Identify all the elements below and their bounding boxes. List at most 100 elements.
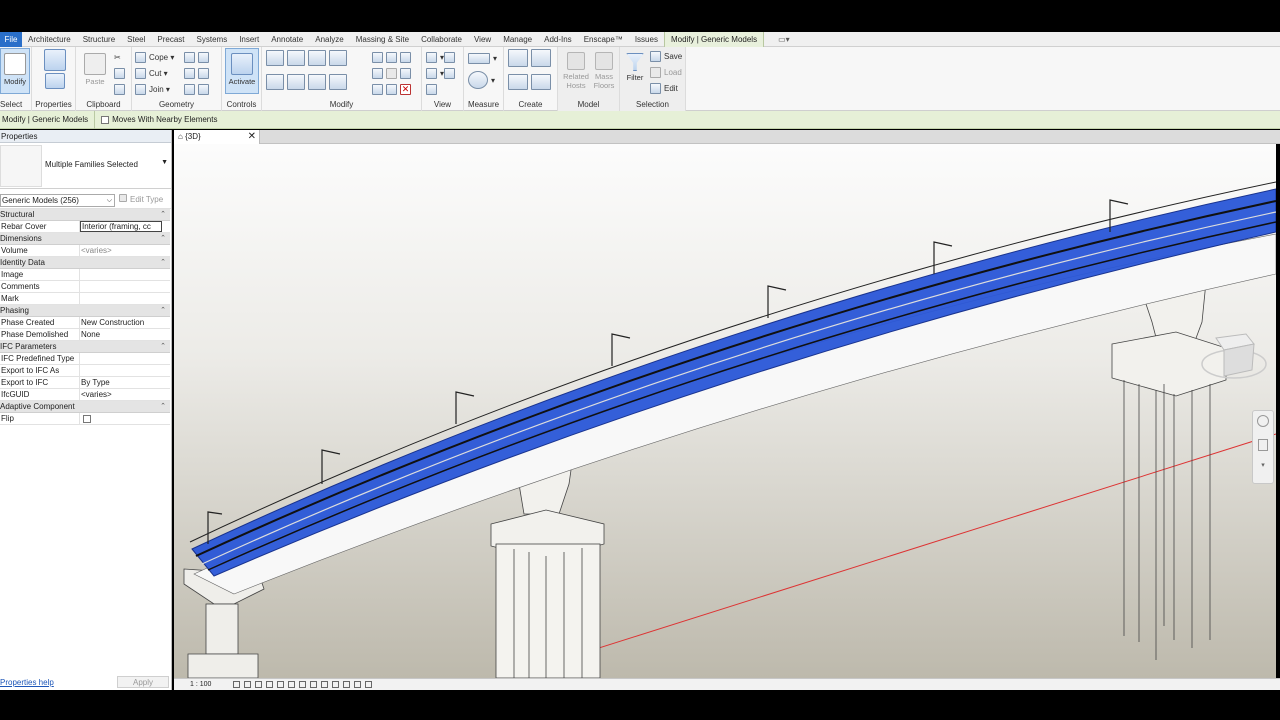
tab-manage[interactable]: Manage <box>497 32 538 47</box>
rebar-cover-input[interactable]: Interior (framing, cc <box>80 221 162 232</box>
category-filter-dropdown[interactable]: Generic Models (256) ⌵ <box>0 194 115 207</box>
save-selection-button[interactable]: Save <box>650 49 682 63</box>
export-to-ifc-as-value[interactable] <box>80 365 170 376</box>
view-tools-row-1[interactable]: ▾ <box>426 50 458 64</box>
load-selection-button[interactable]: Load <box>650 65 682 79</box>
sun-path-icon[interactable] <box>255 681 263 688</box>
edit-type-button[interactable]: Edit Type <box>119 194 163 204</box>
group-identity-data[interactable]: Identity Data ⌃ <box>0 257 170 269</box>
instance-filter-row: Generic Models (256) ⌵ Edit Type <box>0 193 171 209</box>
reveal-hidden-icon[interactable] <box>332 681 340 688</box>
view-scale[interactable]: 1 : 100 <box>190 681 211 688</box>
geometry-tools-row-3[interactable] <box>184 82 212 96</box>
tab-insert[interactable]: Insert <box>233 32 265 47</box>
tab-collaborate[interactable]: Collaborate <box>415 32 468 47</box>
activate-button[interactable]: Activate <box>225 48 259 94</box>
panel-properties: Properties <box>32 47 76 111</box>
related-hosts-button[interactable]: Related Hosts <box>562 48 590 94</box>
steering-wheel-icon[interactable] <box>1257 415 1269 427</box>
phase-created-value[interactable]: New Construction <box>80 317 170 328</box>
temporary-hide-icon[interactable] <box>321 681 329 688</box>
phase-demolished-value[interactable]: None <box>80 329 170 340</box>
copy-clipboard-icon[interactable] <box>114 66 128 80</box>
mark-value[interactable] <box>80 293 170 304</box>
create-tools-row-1[interactable] <box>508 49 554 67</box>
flip-checkbox[interactable] <box>83 414 91 423</box>
tab-annotate[interactable]: Annotate <box>265 32 309 47</box>
crop-view-icon[interactable] <box>288 681 296 688</box>
detail-level-icon[interactable] <box>233 681 241 688</box>
render-icon[interactable] <box>277 681 285 688</box>
visual-style-icon[interactable] <box>244 681 252 688</box>
reveal-constraints-icon[interactable] <box>365 681 373 688</box>
tab-precast[interactable]: Precast <box>151 32 190 47</box>
highlight-displacement-icon[interactable] <box>354 681 362 688</box>
tab-add-ins[interactable]: Add-Ins <box>538 32 578 47</box>
paste-button[interactable]: Paste <box>78 49 112 95</box>
create-tools-row-2[interactable] <box>508 74 554 90</box>
edit-type-label: Edit Type <box>130 195 164 204</box>
group-dimensions[interactable]: Dimensions ⌃ <box>0 233 170 245</box>
modify-tools-row-2[interactable] <box>266 74 350 90</box>
export-to-ifc-value[interactable]: By Type <box>80 377 170 388</box>
geometry-tools-row-2[interactable] <box>184 66 212 80</box>
tab-view[interactable]: View <box>468 32 497 47</box>
shadows-icon[interactable] <box>266 681 274 688</box>
edit-selection-button[interactable]: Edit <box>650 81 678 95</box>
property-key: Export to IFC <box>0 377 80 388</box>
panel-toggle-icon[interactable]: ▭▾ <box>778 35 790 44</box>
geometry-tools-row-1[interactable] <box>184 50 212 64</box>
chevron-down-icon[interactable]: ▼ <box>161 159 168 166</box>
view-tools-row-2[interactable]: ▾ <box>426 66 458 80</box>
tab-file[interactable]: File <box>0 31 22 47</box>
group-ifc-parameters[interactable]: IFC Parameters ⌃ <box>0 341 170 353</box>
type-properties-button[interactable] <box>38 49 72 95</box>
zoom-icon[interactable] <box>1258 439 1268 451</box>
cut-button[interactable]: Cut ▾ <box>135 66 168 80</box>
cope-button[interactable]: Cope ▾ <box>135 50 174 64</box>
tab-analyze[interactable]: Analyze <box>309 32 349 47</box>
cut-clipboard-icon[interactable]: ✂ <box>114 50 121 64</box>
filter-button[interactable]: Filter <box>622 49 648 95</box>
viewcube[interactable] <box>1198 328 1268 388</box>
moves-with-nearby-checkbox[interactable] <box>101 115 110 124</box>
view-tab-3d[interactable]: ⌂ {3D} ✕ <box>174 130 260 144</box>
group-label: IFC Parameters <box>0 342 57 351</box>
modify-small-row-3[interactable]: ✕ <box>372 82 414 96</box>
join-button[interactable]: Join ▾ <box>135 82 170 96</box>
modify-tools-row-1[interactable] <box>266 50 350 66</box>
modify-button[interactable]: Modify <box>0 48 30 94</box>
tab-structure[interactable]: Structure <box>77 32 121 47</box>
property-key: Export to IFC As <box>0 365 80 376</box>
view-tools-row-3[interactable] <box>426 82 440 96</box>
type-selector[interactable]: Multiple Families Selected ▼ <box>0 143 171 189</box>
tab-steel[interactable]: Steel <box>121 32 151 47</box>
group-phasing[interactable]: Phasing ⌃ <box>0 305 170 317</box>
match-properties-icon[interactable] <box>114 82 128 96</box>
apply-button[interactable]: Apply <box>117 676 169 688</box>
properties-help-link[interactable]: Properties help <box>0 678 54 687</box>
ifc-predefined-type-value[interactable] <box>80 353 170 364</box>
close-icon[interactable]: ✕ <box>248 130 256 144</box>
tab-architecture[interactable]: Architecture <box>22 32 77 47</box>
tab-enscape[interactable]: Enscape™ <box>578 32 629 47</box>
show-crop-icon[interactable] <box>299 681 307 688</box>
measure-between-button[interactable]: ▾ <box>468 51 497 65</box>
red-reference-line <box>503 433 1276 678</box>
tab-systems[interactable]: Systems <box>191 32 234 47</box>
chevron-down-icon[interactable]: ▾ <box>1253 461 1273 469</box>
modify-small-row-1[interactable] <box>372 50 414 64</box>
tab-massing-site[interactable]: Massing & Site <box>350 32 415 47</box>
group-adaptive-component[interactable]: Adaptive Component ⌃ <box>0 401 170 413</box>
comments-value[interactable] <box>80 281 170 292</box>
lock-3d-icon[interactable] <box>310 681 318 688</box>
mass-floors-button[interactable]: Mass Floors <box>590 48 618 94</box>
dimension-button[interactable]: ▾ <box>468 71 495 89</box>
modify-small-row-2[interactable] <box>372 66 414 80</box>
tab-modify-generic-models[interactable]: Modify | Generic Models <box>663 31 765 47</box>
group-structural[interactable]: Structural ⌃ <box>0 209 170 221</box>
tab-issues[interactable]: Issues <box>629 32 664 47</box>
analytical-model-icon[interactable] <box>343 681 351 688</box>
3d-viewport[interactable]: ▾ <box>174 144 1276 678</box>
image-value[interactable] <box>80 269 170 280</box>
